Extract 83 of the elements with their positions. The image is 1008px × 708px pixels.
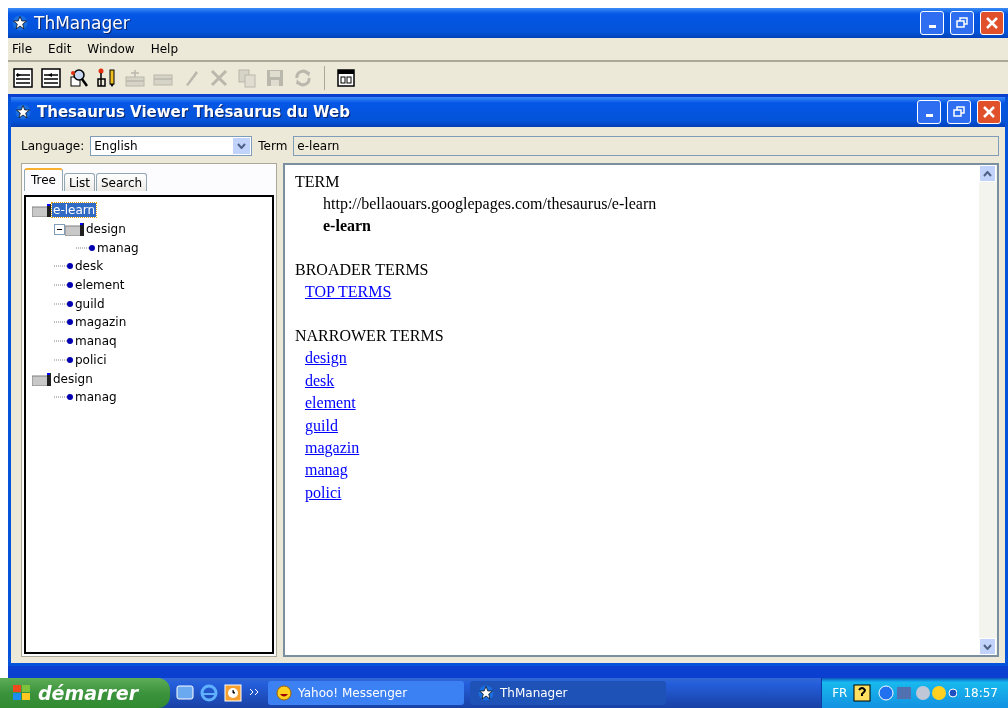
clock-app-icon[interactable] xyxy=(224,684,242,702)
document-icon[interactable] xyxy=(335,67,357,89)
star-icon xyxy=(478,685,494,701)
tab[interactable]: Tree xyxy=(24,168,63,191)
restore-icon xyxy=(956,17,968,29)
language-dropdown[interactable]: English xyxy=(90,136,253,156)
help-icon[interactable] xyxy=(853,684,872,702)
close-button[interactable] xyxy=(980,11,1004,35)
minimize-icon xyxy=(928,25,936,28)
menu-item[interactable]: Window xyxy=(87,42,135,56)
tree-item[interactable]: e-learn xyxy=(52,203,97,218)
collapse-icon[interactable] xyxy=(54,223,65,235)
connector-dot-icon xyxy=(54,317,74,328)
outdent-icon[interactable] xyxy=(40,67,62,89)
connector-dot-icon xyxy=(54,298,74,309)
folder-icon xyxy=(32,203,52,218)
language-label: Language: xyxy=(21,139,85,153)
restore-button[interactable] xyxy=(950,11,974,35)
folder-icon xyxy=(65,222,85,237)
broader-term-link[interactable]: TOP TERMS xyxy=(305,281,392,304)
app-star-icon xyxy=(12,15,28,31)
tree-item[interactable]: manaq xyxy=(74,334,118,349)
tree-item[interactable]: design xyxy=(85,222,127,237)
tree-item[interactable]: magazin xyxy=(74,315,128,330)
clock: 18:57 xyxy=(963,686,998,700)
narrower-term-link[interactable]: desk xyxy=(305,369,335,393)
tree-item[interactable]: polici xyxy=(74,352,108,367)
term-heading: TERM xyxy=(295,172,341,192)
vertical-scrollbar[interactable] xyxy=(979,165,997,655)
restore-button[interactable] xyxy=(947,100,971,124)
restore-icon xyxy=(953,106,965,118)
broader-heading: BROADER TERMS xyxy=(295,260,430,280)
smiley-icon xyxy=(276,685,292,701)
start-button[interactable]: démarrer xyxy=(0,678,170,708)
close-button[interactable] xyxy=(977,100,1001,124)
connector-dot-icon xyxy=(54,354,74,365)
narrower-term-link[interactable]: design xyxy=(305,347,347,370)
narrower-term-link[interactable]: manag xyxy=(305,459,348,482)
scroll-up-icon[interactable] xyxy=(983,170,992,177)
close-icon xyxy=(986,17,998,29)
term-name: e-learn xyxy=(322,216,372,236)
tree-item[interactable]: desk xyxy=(74,259,105,274)
connector-dot-icon xyxy=(54,336,74,347)
window-title: ThManager xyxy=(34,13,131,33)
browser-icon[interactable] xyxy=(200,684,218,702)
taskbar-button[interactable]: ThManager xyxy=(470,681,666,705)
viewer-star-icon xyxy=(15,104,31,120)
tools-icon[interactable] xyxy=(96,67,118,89)
tree-item[interactable]: design xyxy=(52,371,94,386)
narrower-term-link[interactable]: magazin xyxy=(305,437,360,460)
indent-icon[interactable] xyxy=(12,67,34,89)
chevron-down-icon xyxy=(237,143,247,149)
tree-item[interactable]: manag xyxy=(74,390,118,405)
minimize-button[interactable] xyxy=(920,11,944,35)
narrower-term-link[interactable]: element xyxy=(305,392,356,415)
connector-dot-icon xyxy=(76,242,96,253)
taskbar-button[interactable]: Yahoo! Messenger xyxy=(268,681,464,705)
menu-item[interactable]: Help xyxy=(150,42,179,56)
minimize-button[interactable] xyxy=(917,100,941,124)
connector-dot-icon xyxy=(54,392,74,403)
narrower-heading: NARROWER TERMS xyxy=(295,326,445,347)
narrower-term-link[interactable]: polici xyxy=(305,481,342,505)
tree-item[interactable]: guild xyxy=(74,296,106,311)
scroll-down-icon[interactable] xyxy=(983,643,992,650)
narrower-term-link[interactable]: guild xyxy=(305,414,338,438)
viewer-title: Thesaurus Viewer Thésaurus du Web xyxy=(37,103,351,121)
connector-dot-icon xyxy=(54,261,74,272)
term-label: Term xyxy=(258,139,288,153)
menu-item[interactable]: Edit xyxy=(48,42,72,56)
folder-icon xyxy=(32,371,52,386)
connector-dot-icon xyxy=(54,280,74,291)
term-field[interactable]: e-learn xyxy=(293,136,999,156)
term-uri: http://bellaouars.googlepages.com/thesaurus/e-learn xyxy=(322,194,658,215)
quick-launch-desktop-icon[interactable] xyxy=(176,684,194,702)
tab[interactable]: List xyxy=(64,173,95,191)
minimize-icon xyxy=(925,114,933,117)
flag-logo-icon xyxy=(12,684,32,702)
tree-item[interactable]: manag xyxy=(96,240,140,255)
menu-item[interactable]: File xyxy=(12,42,33,56)
tab[interactable]: Search xyxy=(96,173,148,191)
search-icon[interactable] xyxy=(68,67,90,89)
tree-item[interactable]: element xyxy=(74,278,126,293)
close-icon xyxy=(983,106,995,118)
